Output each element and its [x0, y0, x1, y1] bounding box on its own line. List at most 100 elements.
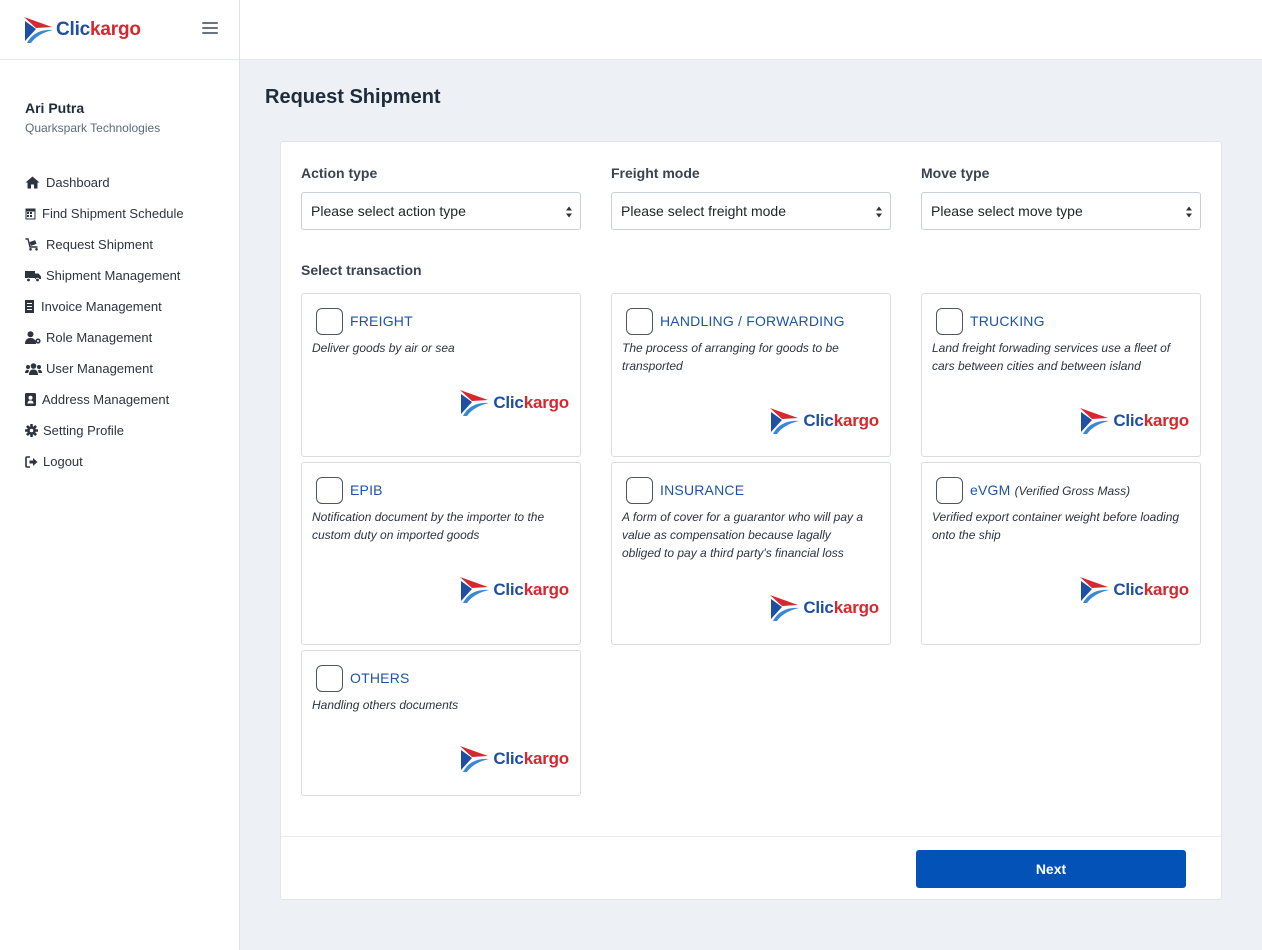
sidebar-item-address-management[interactable]: Address Management [25, 384, 184, 415]
users-icon [25, 362, 42, 376]
page-title: Request Shipment [265, 86, 441, 108]
transaction-option-handling-forwarding[interactable]: HANDLING / FORWARDING The process of arr… [611, 293, 891, 457]
brand-mark-icon [460, 577, 490, 603]
sidebar-item-label: Setting Profile [43, 423, 124, 438]
brand-mark-icon [460, 390, 490, 416]
transaction-checkbox[interactable] [936, 477, 963, 504]
menu-toggle-icon[interactable] [202, 22, 218, 36]
action-type-select[interactable]: Please select action type [301, 192, 581, 230]
sidebar-item-shipment-management[interactable]: Shipment Management [25, 260, 184, 291]
sidebar-item-label: User Management [46, 361, 153, 376]
transaction-option-epib[interactable]: EPIB Notification document by the import… [301, 462, 581, 645]
sidebar-header: Clickargo [0, 0, 239, 60]
transaction-checkbox[interactable] [626, 477, 653, 504]
transaction-checkbox[interactable] [936, 308, 963, 335]
transaction-subtitle: (Verified Gross Mass) [1014, 484, 1131, 498]
transaction-description: Land freight forwading services use a fl… [932, 341, 1171, 373]
sidebar: Clickargo Ari Putra Quarkspark Technolog… [0, 0, 240, 950]
brand-mark-icon [770, 595, 800, 621]
move-type-value: Please select move type [931, 203, 1083, 219]
sidebar-item-user-management[interactable]: User Management [25, 353, 184, 384]
cart-icon [25, 238, 41, 252]
sidebar-item-dashboard[interactable]: Dashboard [25, 167, 184, 198]
transaction-title: FREIGHT [350, 313, 413, 329]
freight-mode-label: Freight mode [611, 165, 700, 181]
brand-name: Clickargo [56, 19, 141, 40]
action-type-label: Action type [301, 165, 378, 181]
move-type-select[interactable]: Please select move type [921, 192, 1201, 230]
user-profile: Ari Putra Quarkspark Technologies [25, 100, 160, 135]
transaction-title: OTHERS [350, 670, 410, 686]
transaction-option-trucking[interactable]: TRUCKING Land freight forwading services… [921, 293, 1201, 457]
calendar-icon [25, 207, 37, 221]
sidebar-item-label: Request Shipment [46, 237, 153, 252]
user-name: Ari Putra [25, 100, 85, 116]
clickargo-logo: Clickargo [458, 575, 569, 605]
sidebar-item-invoice-management[interactable]: Invoice Management [25, 291, 184, 322]
clickargo-logo: Clickargo [768, 406, 879, 436]
brand-mark-icon [1080, 408, 1110, 434]
truck-icon [25, 269, 42, 283]
transaction-title: TRUCKING [970, 313, 1045, 329]
transaction-checkbox[interactable] [316, 308, 343, 335]
sidebar-item-label: Dashboard [46, 175, 110, 190]
transaction-option-others[interactable]: OTHERS Handling others documents Clickar… [301, 650, 581, 796]
sidebar-item-label: Find Shipment Schedule [42, 206, 184, 221]
move-type-field: Move type Please select move type [921, 165, 1201, 230]
transaction-description: Verified export container weight before … [932, 510, 1180, 542]
freight-mode-select[interactable]: Please select freight mode [611, 192, 891, 230]
brand-mark-icon [770, 408, 800, 434]
next-button[interactable]: Next [916, 850, 1186, 888]
clickargo-logo: Clickargo [1078, 406, 1189, 436]
sidebar-item-label: Shipment Management [46, 268, 181, 283]
transaction-option-insurance[interactable]: INSURANCE A form of cover for a guaranto… [611, 462, 891, 645]
select-transaction-label: Select transaction [301, 262, 422, 278]
brand-mark-icon [24, 17, 53, 43]
transaction-description: The process of arranging for goods to be… [622, 341, 839, 373]
sidebar-item-label: Logout [43, 454, 83, 469]
sidebar-menu: Dashboard Find Shipment Schedule Request… [25, 167, 184, 477]
sort-arrows-icon [1186, 206, 1192, 218]
sidebar-item-request-shipment[interactable]: Request Shipment [25, 229, 184, 260]
gear-icon [25, 424, 38, 438]
freight-mode-field: Freight mode Please select freight mode [611, 165, 891, 230]
action-type-field: Action type Please select action type [301, 165, 581, 230]
freight-mode-value: Please select freight mode [621, 203, 786, 219]
transaction-option-evgm[interactable]: eVGM (Verified Gross Mass) Verified expo… [921, 462, 1201, 645]
request-shipment-form: Action type Please select action type Fr… [280, 141, 1222, 900]
top-bar [240, 0, 1262, 60]
receipt-icon [25, 300, 36, 314]
sidebar-item-label: Address Management [42, 392, 170, 407]
sort-arrows-icon [566, 206, 572, 218]
transaction-title: EPIB [350, 482, 383, 498]
transaction-description: A form of cover for a guarantor who will… [622, 510, 863, 560]
transaction-option-freight[interactable]: FREIGHT Deliver goods by air or sea Clic… [301, 293, 581, 457]
sidebar-item-logout[interactable]: Logout [25, 446, 184, 477]
transaction-checkbox[interactable] [316, 477, 343, 504]
address-book-icon [25, 393, 37, 407]
transaction-description: Handling others documents [312, 698, 459, 712]
move-type-label: Move type [921, 165, 990, 181]
brand-logo[interactable]: Clickargo [22, 15, 141, 45]
user-gear-icon [25, 331, 42, 345]
brand-mark-icon [1080, 577, 1110, 603]
brand-mark-icon [460, 746, 490, 772]
user-company: Quarkspark Technologies [25, 121, 161, 135]
action-type-value: Please select action type [311, 203, 466, 219]
sidebar-item-role-management[interactable]: Role Management [25, 322, 184, 353]
transaction-description: Deliver goods by air or sea [312, 341, 455, 355]
sidebar-item-setting-profile[interactable]: Setting Profile [25, 415, 184, 446]
sidebar-item-label: Invoice Management [41, 299, 162, 314]
clickargo-logo: Clickargo [768, 593, 879, 623]
transaction-checkbox[interactable] [316, 665, 343, 692]
home-icon [25, 176, 41, 190]
sidebar-item-label: Role Management [46, 330, 153, 345]
transaction-checkbox[interactable] [626, 308, 653, 335]
transaction-title: HANDLING / FORWARDING [660, 313, 845, 329]
sidebar-item-find-shipment-schedule[interactable]: Find Shipment Schedule [25, 198, 184, 229]
clickargo-logo: Clickargo [1078, 575, 1189, 605]
transaction-title: eVGM (Verified Gross Mass) [970, 482, 1131, 498]
logout-icon [25, 455, 38, 469]
form-footer: Next [281, 836, 1221, 900]
transaction-description: Notification document by the importer to… [312, 510, 545, 542]
